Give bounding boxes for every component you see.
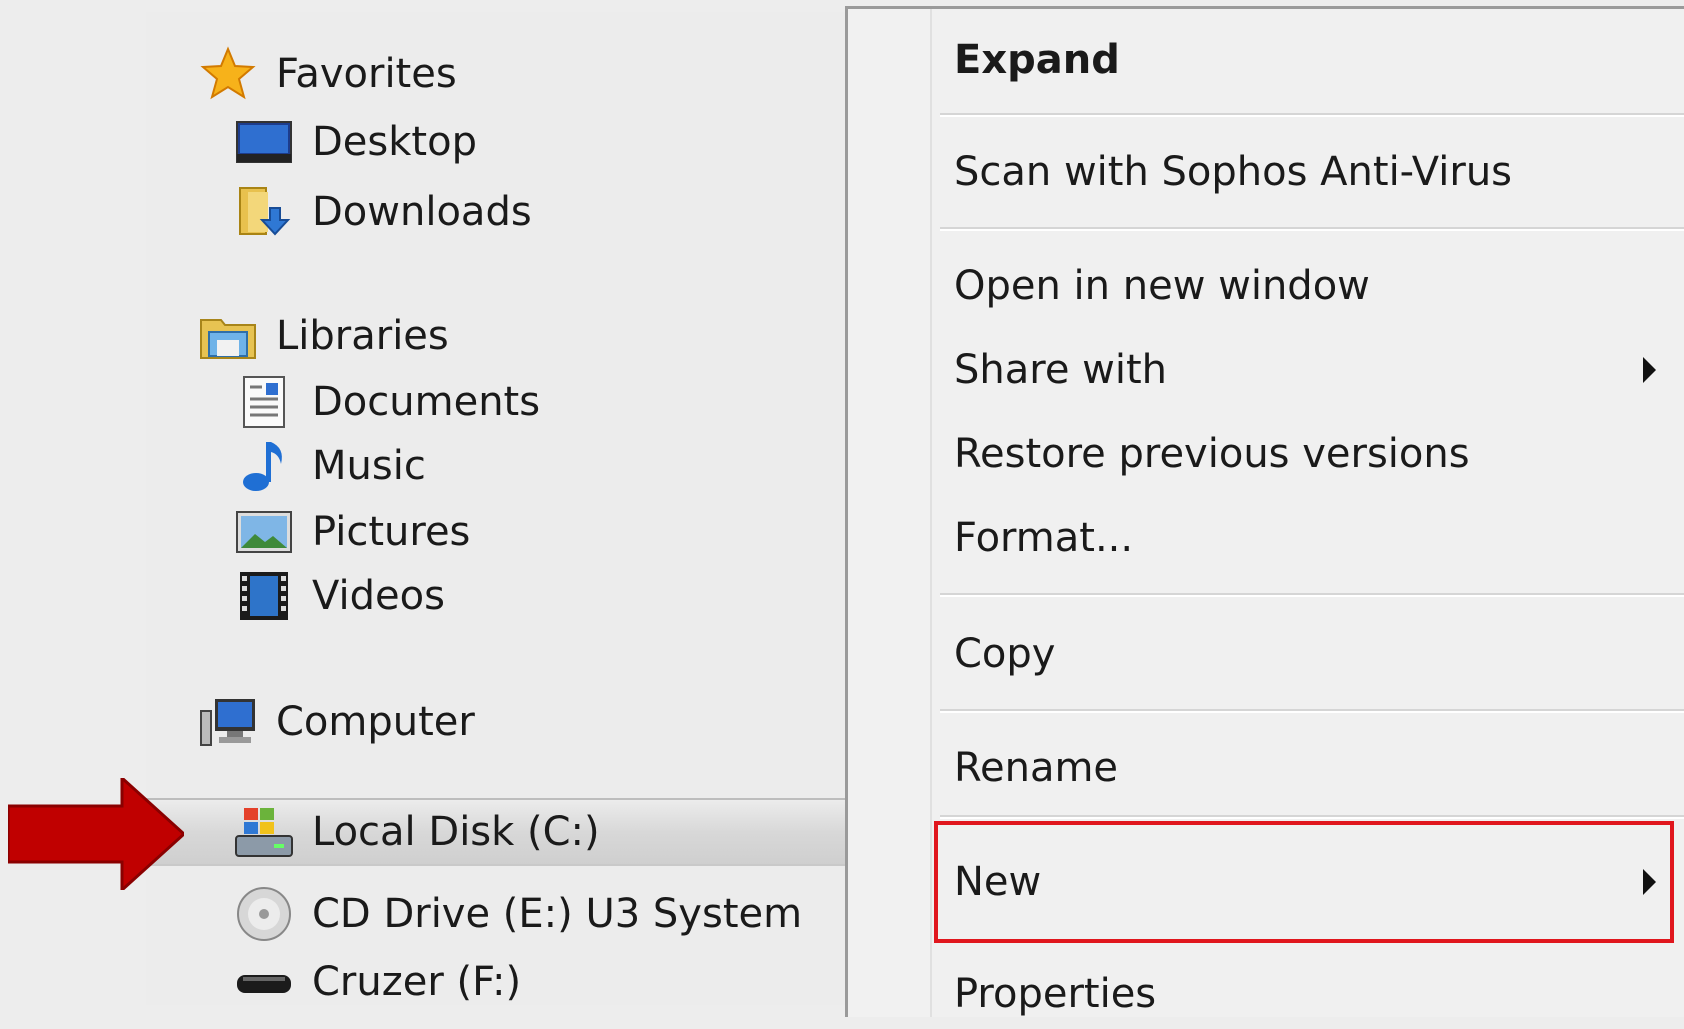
nav-pictures[interactable]: Pictures [234, 498, 470, 566]
menu-icon-gutter [848, 9, 932, 1017]
menu-separator [940, 113, 1684, 117]
menu-separator [940, 227, 1684, 231]
menu-label: Restore previous versions [954, 431, 1470, 477]
menu-separator [940, 815, 1684, 819]
menu-label: Copy [954, 631, 1056, 677]
nav-libraries[interactable]: Libraries [198, 302, 449, 370]
menu-label: Properties [954, 971, 1157, 1017]
nav-label: Pictures [312, 509, 471, 555]
documents-icon [234, 372, 294, 432]
music-note-icon [234, 436, 294, 496]
nav-label: Cruzer (F:) [312, 959, 522, 1005]
windows-drive-icon [234, 802, 294, 862]
nav-downloads[interactable]: Downloads [234, 178, 532, 246]
nav-cd-drive-e[interactable]: CD Drive (E:) U3 System [234, 880, 802, 948]
red-arrow-icon [8, 778, 184, 890]
menu-label: Rename [954, 745, 1119, 791]
usb-drive-icon [234, 952, 294, 1012]
menu-label: Scan with Sophos Anti-Virus [954, 149, 1513, 195]
nav-label: Videos [312, 573, 445, 619]
cd-icon [234, 884, 294, 944]
red-highlight-box [934, 821, 1674, 943]
downloads-folder-icon [234, 182, 294, 242]
menu-label: Share with [954, 347, 1168, 393]
menu-item-share-with[interactable]: Share with [954, 335, 1684, 405]
menu-item-rename[interactable]: Rename [954, 733, 1684, 803]
menu-item-copy[interactable]: Copy [954, 619, 1684, 689]
nav-cruzer-f[interactable]: Cruzer (F:) [234, 948, 521, 1016]
menu-separator [940, 593, 1684, 597]
nav-documents[interactable]: Documents [234, 368, 540, 436]
menu-item-restore-previous-versions[interactable]: Restore previous versions [954, 419, 1684, 489]
menu-item-properties[interactable]: Properties [954, 959, 1684, 1029]
nav-label: Local Disk (C:) [312, 809, 600, 855]
nav-label: Favorites [276, 51, 457, 97]
nav-videos[interactable]: Videos [234, 562, 445, 630]
nav-label: Documents [312, 379, 541, 425]
nav-favorites[interactable]: Favorites [198, 40, 457, 108]
nav-music[interactable]: Music [234, 432, 426, 500]
star-icon [198, 44, 258, 104]
menu-label: Expand [954, 37, 1120, 83]
nav-label: Music [312, 443, 426, 489]
film-icon [234, 566, 294, 626]
menu-item-format[interactable]: Format... [954, 503, 1684, 573]
navigation-pane: Favorites Desktop Downloads Libraries Do… [146, 12, 846, 1005]
nav-desktop[interactable]: Desktop [234, 108, 477, 176]
menu-label: Format... [954, 515, 1134, 561]
menu-separator [940, 709, 1684, 713]
context-menu: Expand Scan with Sophos Anti-Virus Open … [845, 6, 1684, 1017]
menu-item-expand[interactable]: Expand [954, 25, 1684, 95]
submenu-arrow-icon [1643, 357, 1656, 383]
nav-label: CD Drive (E:) U3 System [312, 891, 803, 937]
nav-label: Desktop [312, 119, 477, 165]
nav-label: Downloads [312, 189, 532, 235]
nav-local-disk-c[interactable]: Local Disk (C:) [146, 798, 846, 866]
computer-icon [198, 692, 258, 752]
pictures-icon [234, 502, 294, 562]
menu-label: Open in new window [954, 263, 1370, 309]
nav-computer[interactable]: Computer [198, 688, 475, 756]
libraries-icon [198, 306, 258, 366]
nav-label: Computer [276, 699, 475, 745]
menu-item-scan-sophos[interactable]: Scan with Sophos Anti-Virus [954, 137, 1684, 207]
menu-item-open-new-window[interactable]: Open in new window [954, 251, 1684, 321]
desktop-icon [234, 112, 294, 172]
nav-label: Libraries [276, 313, 449, 359]
